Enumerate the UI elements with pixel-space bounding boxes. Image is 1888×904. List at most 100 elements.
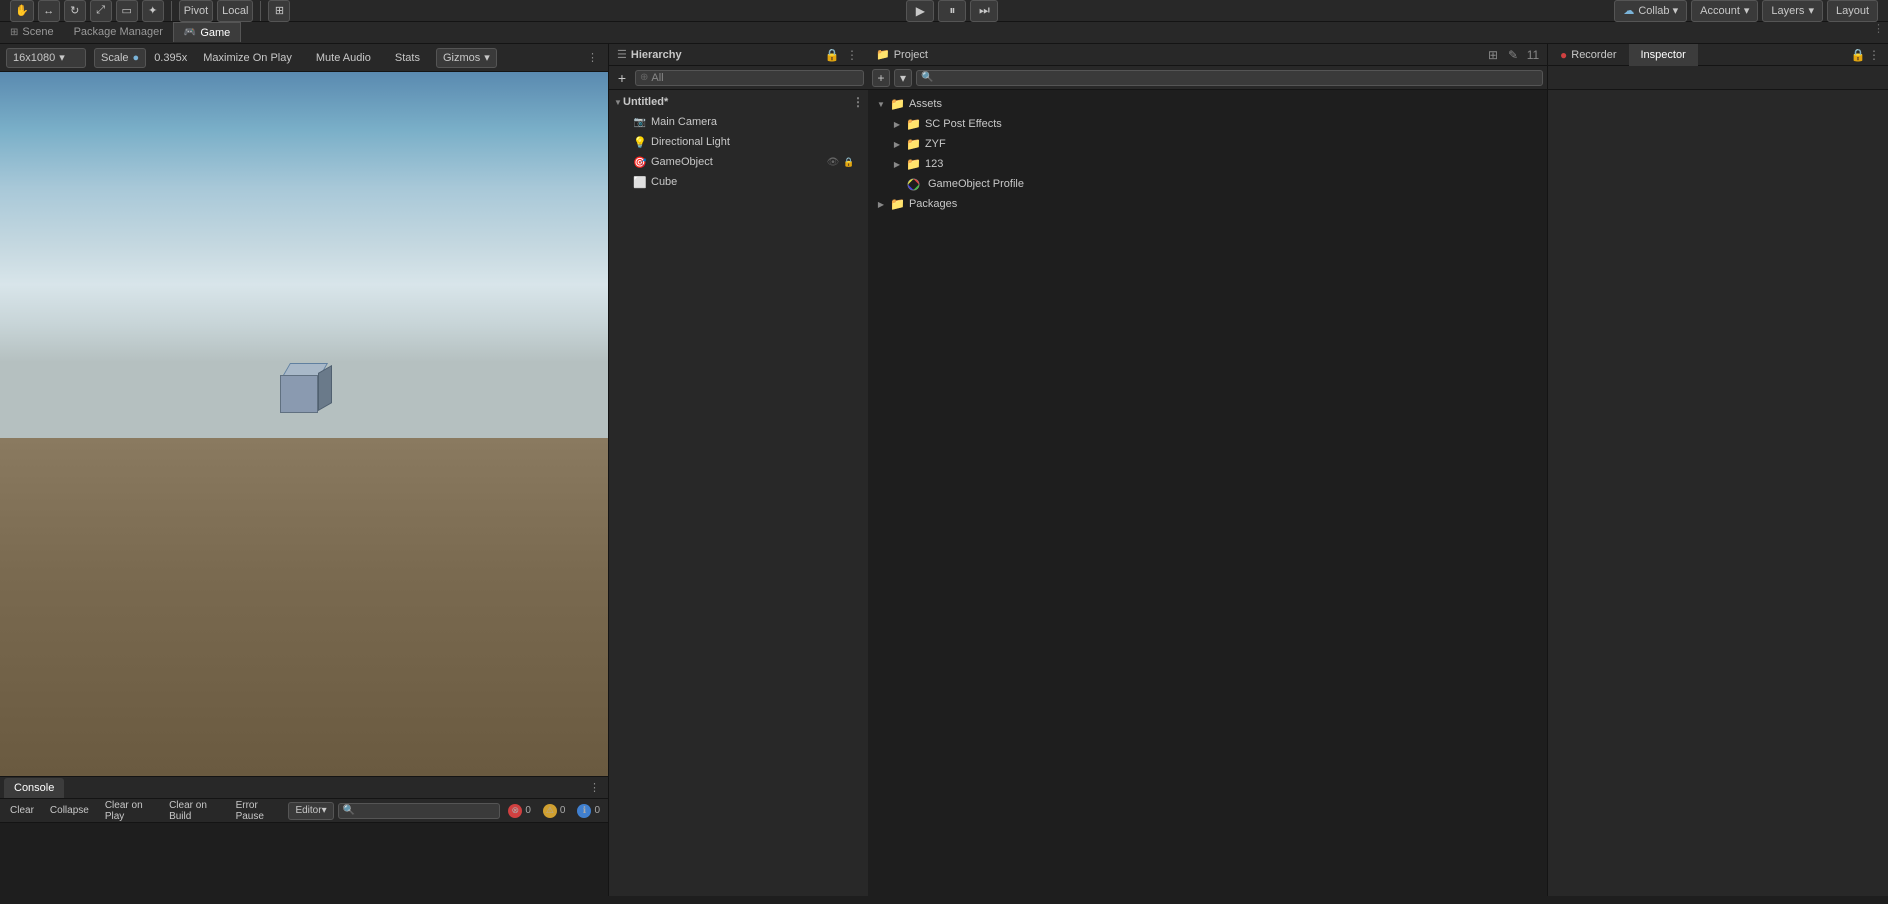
project-gameobject-profile[interactable]: ▶ GameObject Profile bbox=[868, 174, 1547, 194]
project-packages-root[interactable]: ▶ 📁 Packages bbox=[868, 194, 1547, 214]
right-area: 📁 Project ⊞ ✎ 11 ● Recorder Inspector bbox=[868, 44, 1888, 896]
scene-tab[interactable]: ⊞ Scene bbox=[0, 22, 64, 42]
console-body bbox=[0, 823, 608, 896]
eye-icon[interactable]: 👁 bbox=[826, 155, 840, 169]
project-tab[interactable]: 📁 Project bbox=[868, 44, 936, 66]
scene-name-label: Untitled* bbox=[623, 96, 668, 108]
hierarchy-main-camera[interactable]: 📷 Main Camera bbox=[609, 112, 868, 132]
local-label: Local bbox=[222, 5, 248, 17]
project-search[interactable]: 🔍 bbox=[916, 70, 1543, 86]
clear-on-play-label: Clear on Play bbox=[105, 800, 153, 822]
local-btn[interactable]: Local bbox=[217, 0, 253, 22]
scale-display: Scale ● bbox=[94, 48, 146, 68]
hand-tool-btn[interactable]: ✋ bbox=[10, 0, 34, 22]
directional-light-label: Directional Light bbox=[651, 136, 730, 148]
hierarchy-title: Hierarchy bbox=[631, 49, 682, 61]
layers-label: Layers bbox=[1771, 5, 1804, 17]
move-tool-btn[interactable]: ↔ bbox=[38, 0, 60, 22]
zyf-expand-icon: ▶ bbox=[892, 140, 902, 149]
snap-btn[interactable]: ⊞ bbox=[268, 0, 290, 22]
editor-dropdown-btn[interactable]: Editor ▾ bbox=[288, 802, 333, 820]
project-zyf[interactable]: ▶ 📁 ZYF bbox=[868, 134, 1547, 154]
project-action-3[interactable]: 11 bbox=[1525, 47, 1541, 63]
project-assets-root[interactable]: ▼ 📁 Assets bbox=[868, 94, 1547, 114]
layout-button[interactable]: Layout bbox=[1827, 0, 1878, 22]
error-pause-label: Error Pause bbox=[236, 800, 279, 822]
warn-count: 0 bbox=[560, 805, 566, 816]
clear-btn[interactable]: Clear bbox=[4, 802, 40, 820]
viewport-ground bbox=[0, 438, 608, 776]
scale-dot: ● bbox=[133, 52, 140, 64]
inspector-more-btn[interactable]: ⋮ bbox=[1866, 47, 1882, 63]
chevron-down-icon-2: ▾ bbox=[1808, 4, 1814, 17]
pause-button[interactable]: ⏸ bbox=[938, 0, 966, 22]
game-viewport bbox=[0, 72, 608, 776]
scale-label: Scale bbox=[101, 52, 129, 64]
console-search[interactable]: 🔍 bbox=[338, 803, 501, 819]
hierarchy-cube[interactable]: ⬜ Cube bbox=[609, 172, 868, 192]
hierarchy-body[interactable]: ▼ Untitled* ⋮ 📷 Main Camera 💡 Directiona… bbox=[609, 90, 868, 896]
collab-button[interactable]: ☁ Collab ▾ bbox=[1614, 0, 1687, 22]
inspector-lock-btn[interactable]: 🔒 bbox=[1850, 47, 1866, 63]
play-controls: ▶ ⏸ ⏭ bbox=[294, 0, 1610, 22]
go-profile-icon bbox=[906, 177, 920, 191]
console-tab[interactable]: Console bbox=[4, 778, 64, 798]
chevron-down-icon: ▾ bbox=[1744, 4, 1750, 17]
mute-audio-btn[interactable]: Mute Audio bbox=[308, 48, 379, 68]
account-button[interactable]: Account ▾ bbox=[1691, 0, 1758, 22]
play-button[interactable]: ▶ bbox=[906, 0, 934, 22]
123-folder-icon: 📁 bbox=[906, 157, 921, 171]
game-toolbar-more-btn[interactable]: ⋮ bbox=[583, 51, 602, 64]
hierarchy-scene-row[interactable]: ▼ Untitled* ⋮ bbox=[609, 92, 868, 112]
collapse-btn[interactable]: Collapse bbox=[44, 802, 95, 820]
clear-on-play-btn[interactable]: Clear on Play bbox=[99, 802, 159, 820]
assets-label: Assets bbox=[909, 98, 942, 110]
gameobject-visibility-icons: 👁 🔒 bbox=[826, 155, 856, 169]
project-action-2[interactable]: ✎ bbox=[1505, 47, 1521, 63]
project-add-btn[interactable]: + bbox=[872, 69, 890, 87]
maximize-on-play-btn[interactable]: Maximize On Play bbox=[195, 48, 300, 68]
rotate-tool-btn[interactable]: ↻ bbox=[64, 0, 86, 22]
123-expand-icon: ▶ bbox=[892, 160, 902, 169]
project-sc-post-effects[interactable]: ▶ 📁 SC Post Effects bbox=[868, 114, 1547, 134]
hierarchy-directional-light[interactable]: 💡 Directional Light bbox=[609, 132, 868, 152]
hierarchy-add-btn[interactable]: + bbox=[613, 69, 631, 87]
hierarchy-lock-btn[interactable]: 🔒 bbox=[824, 47, 840, 63]
transform-tool-btn[interactable]: ✦ bbox=[142, 0, 164, 22]
project-123[interactable]: ▶ 📁 123 bbox=[868, 154, 1547, 174]
rect-tool-btn[interactable]: ▭ bbox=[116, 0, 138, 22]
package-manager-tab[interactable]: Package Manager bbox=[64, 22, 173, 42]
gizmos-btn[interactable]: Gizmos ▾ bbox=[436, 48, 497, 68]
project-action-1[interactable]: ⊞ bbox=[1485, 47, 1501, 63]
hierarchy-gameobject[interactable]: 🎯 GameObject 👁 🔒 bbox=[609, 152, 868, 172]
game-tab[interactable]: 🎮 Game bbox=[173, 22, 241, 42]
inspector-tab[interactable]: Inspector bbox=[1629, 44, 1698, 66]
step-button[interactable]: ⏭ bbox=[970, 0, 998, 22]
clear-on-build-btn[interactable]: Clear on Build bbox=[163, 802, 225, 820]
inspector-tab-label: Inspector bbox=[1641, 49, 1686, 61]
stats-btn[interactable]: Stats bbox=[387, 48, 428, 68]
resolution-dropdown[interactable]: 16x1080 ▾ bbox=[6, 48, 86, 68]
collapse-label: Collapse bbox=[50, 805, 89, 816]
hierarchy-more-btn[interactable]: ⋮ bbox=[844, 47, 860, 63]
bottom-panels: ▼ 📁 Assets ▶ 📁 SC Post Effects ▶ 📁 ZYF bbox=[868, 90, 1888, 896]
scale-value: 0.395x bbox=[154, 52, 187, 64]
project-filter-btn[interactable]: ▾ bbox=[894, 69, 912, 87]
tabs-more-btn[interactable]: ⋮ bbox=[1869, 22, 1888, 43]
game-tab-label: Game bbox=[200, 27, 230, 39]
hierarchy-search[interactable]: ⊕ All bbox=[635, 70, 864, 86]
collab-label: Collab ▾ bbox=[1638, 4, 1678, 17]
console-toolbar: Clear Collapse Clear on Play Clear on Bu… bbox=[0, 799, 608, 823]
error-pause-btn[interactable]: Error Pause bbox=[230, 802, 285, 820]
inspector-header-actions: 🔒 ⋮ bbox=[1850, 47, 1888, 63]
lock-icon-go[interactable]: 🔒 bbox=[842, 155, 856, 169]
console-tabs-more[interactable]: ⋮ bbox=[585, 781, 604, 794]
right-toolbar: ☁ Collab ▾ Account ▾ Layers ▾ Layout bbox=[1614, 0, 1878, 22]
project-header-actions: ⊞ ✎ 11 bbox=[1485, 47, 1547, 63]
project-title: Project bbox=[894, 49, 928, 61]
recorder-tab[interactable]: ● Recorder bbox=[1548, 44, 1629, 66]
pivot-btn[interactable]: Pivot bbox=[179, 0, 213, 22]
scale-tool-btn[interactable]: ⤢ bbox=[90, 0, 112, 22]
scene-more-btn[interactable]: ⋮ bbox=[852, 95, 864, 109]
layers-button[interactable]: Layers ▾ bbox=[1762, 0, 1823, 22]
